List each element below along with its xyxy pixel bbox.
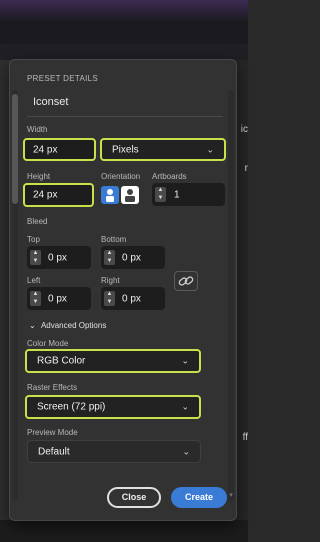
artboards-stepper-buttons[interactable]: ▲ ▼	[155, 187, 166, 202]
background-text-fragment: ff	[242, 432, 248, 443]
bleed-right-stepper[interactable]: ▲ ▼ 0 px	[101, 287, 165, 310]
artboards-value: 1	[174, 189, 180, 200]
bleed-bottom-stepper[interactable]: ▲ ▼ 0 px	[101, 246, 165, 269]
color-mode-value: RGB Color	[37, 355, 86, 367]
preview-mode-value: Default	[38, 446, 70, 457]
link-bleed-button[interactable]	[174, 271, 198, 291]
bleed-top-stepper-buttons[interactable]: ▲ ▼	[30, 250, 41, 265]
bleed-bottom-label: Bottom	[101, 235, 127, 244]
section-title: PRESET DETAILS	[27, 74, 99, 83]
height-field[interactable]: 24 px	[23, 183, 94, 207]
landscape-orientation-button[interactable]	[121, 186, 139, 204]
unit-value: Pixels	[112, 144, 139, 155]
bleed-right-label: Right	[101, 276, 120, 285]
left-scrollbar[interactable]	[12, 90, 18, 500]
increment-icon[interactable]: ▲	[30, 250, 41, 257]
unit-select[interactable]: Pixels ⌄	[100, 138, 226, 161]
chevron-down-icon: ⌄	[182, 446, 190, 456]
bleed-right-value: 0 px	[122, 293, 141, 304]
decrement-icon[interactable]: ▼	[155, 195, 166, 202]
close-button[interactable]: Close	[107, 487, 161, 508]
artboards-label: Artboards	[152, 172, 187, 181]
preview-mode-label: Preview Mode	[27, 428, 78, 437]
app-toolbar	[0, 44, 248, 60]
right-scrollbar[interactable]: ▾	[228, 90, 234, 502]
height-label: Height	[27, 172, 51, 181]
decrement-icon[interactable]: ▼	[104, 299, 115, 306]
bleed-left-stepper-buttons[interactable]: ▲ ▼	[30, 291, 41, 306]
bleed-top-value: 0 px	[48, 252, 67, 263]
app-bottom-bar	[0, 520, 248, 542]
decrement-icon[interactable]: ▼	[30, 258, 41, 265]
chevron-down-icon: ⌄	[206, 144, 214, 154]
height-value: 24 px	[33, 189, 58, 201]
increment-icon[interactable]: ▲	[104, 291, 115, 298]
color-mode-label: Color Mode	[27, 339, 69, 348]
link-icon	[178, 276, 194, 286]
preset-name[interactable]: Iconset	[33, 96, 68, 108]
orientation-label: Orientation	[101, 172, 141, 181]
chevron-down-icon: ⌄	[181, 355, 189, 366]
raster-effects-value: Screen (72 ppi)	[37, 401, 106, 413]
bleed-bottom-value: 0 px	[122, 252, 141, 263]
divider	[27, 116, 223, 117]
bleed-bottom-stepper-buttons[interactable]: ▲ ▼	[104, 250, 115, 265]
artboards-stepper[interactable]: ▲ ▼ 1	[152, 183, 225, 206]
bleed-right-stepper-buttons[interactable]: ▲ ▼	[104, 291, 115, 306]
bleed-left-label: Left	[27, 276, 41, 285]
app-top-bar	[0, 0, 248, 44]
background-text-fragment: ic	[240, 124, 248, 135]
portrait-orientation-button[interactable]	[101, 186, 119, 204]
preview-mode-select[interactable]: Default ⌄	[27, 440, 201, 463]
bleed-left-value: 0 px	[48, 293, 67, 304]
increment-icon[interactable]: ▲	[155, 187, 166, 194]
decrement-icon[interactable]: ▼	[30, 299, 41, 306]
advanced-options-toggle[interactable]: ⌄ Advanced Options	[29, 321, 106, 330]
bleed-top-stepper[interactable]: ▲ ▼ 0 px	[27, 246, 91, 269]
background-text-fragment: r	[244, 163, 248, 174]
bleed-top-label: Top	[27, 235, 40, 244]
width-field[interactable]: 24 px	[23, 138, 96, 161]
width-label: Width	[27, 125, 48, 134]
bleed-label: Bleed	[27, 217, 48, 226]
decrement-icon[interactable]: ▼	[104, 258, 115, 265]
portrait-person-icon	[106, 189, 114, 202]
landscape-person-icon	[125, 189, 135, 202]
top-bar-gradient	[0, 0, 248, 22]
advanced-options-label: Advanced Options	[40, 321, 107, 330]
chevron-down-icon: ⌄	[181, 401, 189, 412]
width-value: 24 px	[33, 144, 58, 155]
raster-effects-label: Raster Effects	[27, 383, 78, 392]
chevron-down-icon: ⌄	[29, 321, 36, 330]
increment-icon[interactable]: ▲	[30, 291, 41, 298]
scroll-down-icon[interactable]: ▾	[228, 492, 234, 500]
create-button[interactable]: Create	[171, 487, 227, 508]
scrollbar-thumb[interactable]	[12, 94, 18, 204]
color-mode-select[interactable]: RGB Color ⌄	[25, 349, 201, 373]
increment-icon[interactable]: ▲	[104, 250, 115, 257]
raster-effects-select[interactable]: Screen (72 ppi) ⌄	[25, 395, 201, 419]
bleed-left-stepper[interactable]: ▲ ▼ 0 px	[27, 287, 91, 310]
